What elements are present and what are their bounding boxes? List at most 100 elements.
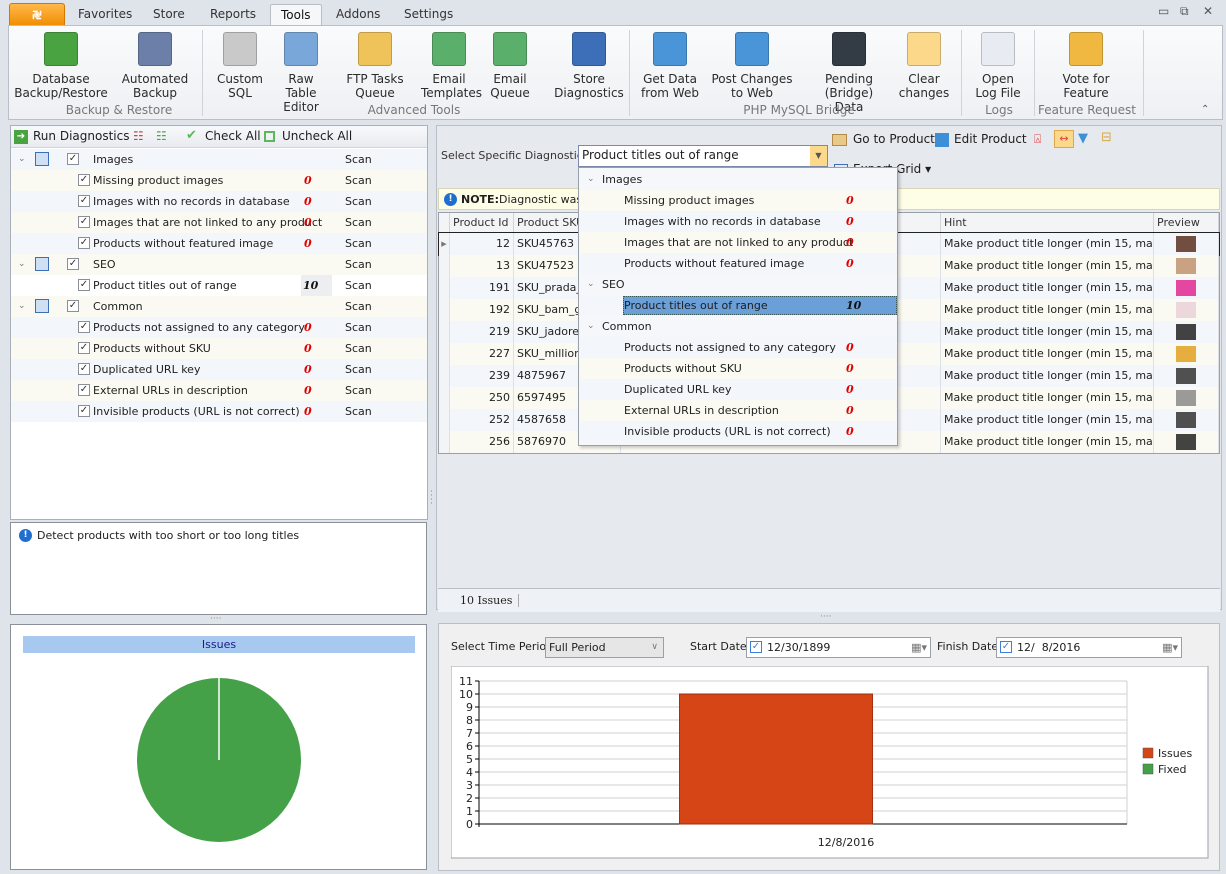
close-icon[interactable]: ✕ bbox=[1203, 4, 1213, 18]
dropdown-option[interactable]: Images with no records in database 0 bbox=[580, 211, 896, 232]
tree-checkbox[interactable]: ✓ bbox=[78, 237, 90, 249]
tree-group-row[interactable]: ⌄ ✓ Common Scan bbox=[11, 296, 427, 317]
row-indicator[interactable] bbox=[439, 387, 450, 409]
ribbon-button-pending-bridge-data[interactable]: Pending (Bridge) Data bbox=[809, 32, 889, 114]
best-fit-icon[interactable]: ↔ bbox=[1054, 130, 1074, 148]
row-indicator[interactable]: ▶ bbox=[439, 233, 450, 255]
ribbon-button-customsql[interactable]: Custom SQL bbox=[209, 32, 271, 100]
group-icon[interactable]: ⊟ bbox=[1101, 130, 1112, 145]
chevron-down-icon[interactable]: ▼ bbox=[810, 146, 827, 166]
tree-group-row[interactable]: ⌄ ✓ SEO Scan bbox=[11, 254, 427, 275]
scan-link[interactable]: Scan bbox=[345, 275, 372, 296]
chevron-down-icon[interactable]: ⌄ bbox=[587, 316, 595, 337]
ribbon-button-vote-forfeature[interactable]: Vote for Feature bbox=[1039, 32, 1133, 100]
tree-item-row[interactable]: ✓ Images with no records in database 0 Scan bbox=[11, 191, 427, 212]
row-indicator[interactable] bbox=[439, 365, 450, 387]
vertical-splitter[interactable]: · · · · bbox=[430, 488, 433, 509]
time-period-select[interactable]: Full Period ∨ bbox=[545, 637, 664, 658]
row-indicator[interactable] bbox=[439, 321, 450, 343]
scan-link[interactable]: Scan bbox=[345, 296, 372, 317]
ribbon-button-ftp-tasksqueue[interactable]: FTP Tasks Queue bbox=[339, 32, 411, 100]
tree-checkbox[interactable]: ✓ bbox=[78, 174, 90, 186]
chevron-down-icon[interactable]: ⌄ bbox=[18, 254, 26, 275]
dropdown-option[interactable]: External URLs in description 0 bbox=[580, 400, 896, 421]
tree-item-row[interactable]: ✓ Missing product images 0 Scan bbox=[11, 170, 427, 191]
ribbon-button-get-datafrom-web[interactable]: Get Data from Web bbox=[637, 32, 703, 100]
scan-link[interactable]: Scan bbox=[345, 254, 372, 275]
horizontal-splitter[interactable]: ···· bbox=[820, 612, 831, 622]
start-date-checkbox[interactable]: ✓ bbox=[750, 641, 762, 653]
tab-settings[interactable]: Settings bbox=[394, 4, 463, 26]
scan-link[interactable]: Scan bbox=[345, 170, 372, 191]
tree-checkbox[interactable]: ✓ bbox=[67, 300, 79, 312]
ribbon-button-emailtemplates[interactable]: Email Templates bbox=[421, 32, 482, 100]
check-all-button[interactable]: Check All bbox=[205, 129, 261, 143]
dropdown-option[interactable]: Products without SKU 0 bbox=[580, 358, 896, 379]
dropdown-group[interactable]: ⌄ Images bbox=[580, 169, 896, 190]
ribbon-button-emailqueue[interactable]: Email Queue bbox=[483, 32, 537, 100]
dropdown-group[interactable]: ⌄ Common bbox=[580, 316, 896, 337]
ribbon-button-post-changesto-web[interactable]: Post Changes to Web bbox=[707, 32, 797, 100]
ribbon-button-databasebackup-restore[interactable]: Database Backup/Restore bbox=[11, 32, 111, 100]
tree-checkbox[interactable]: ✓ bbox=[78, 384, 90, 396]
ribbon-button-raw-tableeditor[interactable]: Raw Table Editor bbox=[271, 32, 331, 114]
collapse-ribbon-icon[interactable]: ⌃ bbox=[1201, 104, 1209, 115]
scan-link[interactable]: Scan bbox=[345, 212, 372, 233]
tab-addons[interactable]: Addons bbox=[326, 4, 390, 26]
dropdown-option[interactable]: Missing product images 0 bbox=[580, 190, 896, 211]
dropdown-option[interactable]: Product titles out of range 10 bbox=[580, 295, 897, 316]
start-date-field[interactable]: ✓ 12/30/1899 ▦▾ bbox=[746, 637, 931, 658]
tree-item-row[interactable]: ✓ Invisible products (URL is not correct)… bbox=[11, 401, 427, 422]
scan-link[interactable]: Scan bbox=[345, 191, 372, 212]
tree-checkbox[interactable]: ✓ bbox=[78, 279, 90, 291]
tree-checkbox[interactable]: ✓ bbox=[78, 195, 90, 207]
tree-checkbox[interactable]: ✓ bbox=[67, 153, 79, 165]
tab-tools[interactable]: Tools bbox=[270, 4, 322, 26]
chevron-down-icon[interactable]: ⌄ bbox=[587, 274, 595, 295]
scan-link[interactable]: Scan bbox=[345, 149, 372, 170]
edit-product-button[interactable]: Edit Product bbox=[954, 132, 1027, 146]
dropdown-option[interactable]: Invisible products (URL is not correct) 0 bbox=[580, 421, 896, 442]
app-menu-button[interactable]: ࿘ bbox=[9, 3, 65, 26]
dropdown-option[interactable]: Duplicated URL key 0 bbox=[580, 379, 896, 400]
col-product-id[interactable]: Product Id bbox=[450, 213, 514, 233]
tree-checkbox[interactable]: ✓ bbox=[78, 363, 90, 375]
autofit-icon[interactable]: ⍓ bbox=[1034, 132, 1041, 147]
diagnostic-select[interactable]: Product titles out of range ▼ bbox=[578, 145, 828, 167]
tree-item-row[interactable]: ✓ Products without featured image 0 Scan bbox=[11, 233, 427, 254]
scan-link[interactable]: Scan bbox=[345, 317, 372, 338]
row-indicator[interactable] bbox=[439, 409, 450, 431]
chevron-down-icon[interactable]: ⌄ bbox=[18, 149, 26, 170]
row-indicator[interactable] bbox=[439, 343, 450, 365]
uncheck-all-button[interactable]: Uncheck All bbox=[282, 129, 352, 143]
go-to-product-button[interactable]: Go to Product bbox=[853, 132, 935, 146]
filter-icon[interactable]: ▼ bbox=[1078, 131, 1088, 146]
calendar-icon[interactable]: ▦▾ bbox=[1162, 638, 1178, 657]
finish-date-field[interactable]: ✓ 12/ 8/2016 ▦▾ bbox=[996, 637, 1182, 658]
row-indicator[interactable] bbox=[439, 299, 450, 321]
ribbon-button-storediagnostics[interactable]: Store Diagnostics bbox=[544, 32, 634, 100]
tree-item-row[interactable]: ✓ Product titles out of range 10 Scan bbox=[11, 275, 427, 296]
tree-checkbox[interactable]: ✓ bbox=[78, 342, 90, 354]
tab-store[interactable]: Store bbox=[143, 4, 195, 26]
chevron-down-icon[interactable]: ⌄ bbox=[587, 169, 595, 190]
minimize-icon[interactable]: ▭ bbox=[1158, 4, 1169, 18]
tree-group-row[interactable]: ⌄ ✓ Images Scan bbox=[11, 149, 427, 170]
ribbon-button-clearchanges[interactable]: Clear changes bbox=[894, 32, 954, 100]
dropdown-option[interactable]: Products without featured image 0 bbox=[580, 253, 896, 274]
row-indicator[interactable] bbox=[439, 277, 450, 299]
tree-item-row[interactable]: ✓ External URLs in description 0 Scan bbox=[11, 380, 427, 401]
restore-icon[interactable]: ⧉ bbox=[1180, 4, 1189, 19]
horizontal-splitter[interactable]: ···· bbox=[210, 614, 221, 624]
tab-favorites[interactable]: Favorites bbox=[68, 4, 142, 26]
finish-date-checkbox[interactable]: ✓ bbox=[1000, 641, 1012, 653]
expand-all-icon[interactable]: ☷ bbox=[156, 129, 167, 143]
row-indicator[interactable] bbox=[439, 431, 450, 453]
tree-item-row[interactable]: ✓ Duplicated URL key 0 Scan bbox=[11, 359, 427, 380]
tree-checkbox[interactable]: ✓ bbox=[78, 216, 90, 228]
scan-link[interactable]: Scan bbox=[345, 338, 372, 359]
row-indicator[interactable] bbox=[439, 255, 450, 277]
col-hint[interactable]: Hint bbox=[941, 213, 1154, 233]
tab-reports[interactable]: Reports bbox=[200, 4, 266, 26]
ribbon-button-automatedbackup[interactable]: Automated Backup bbox=[117, 32, 193, 100]
